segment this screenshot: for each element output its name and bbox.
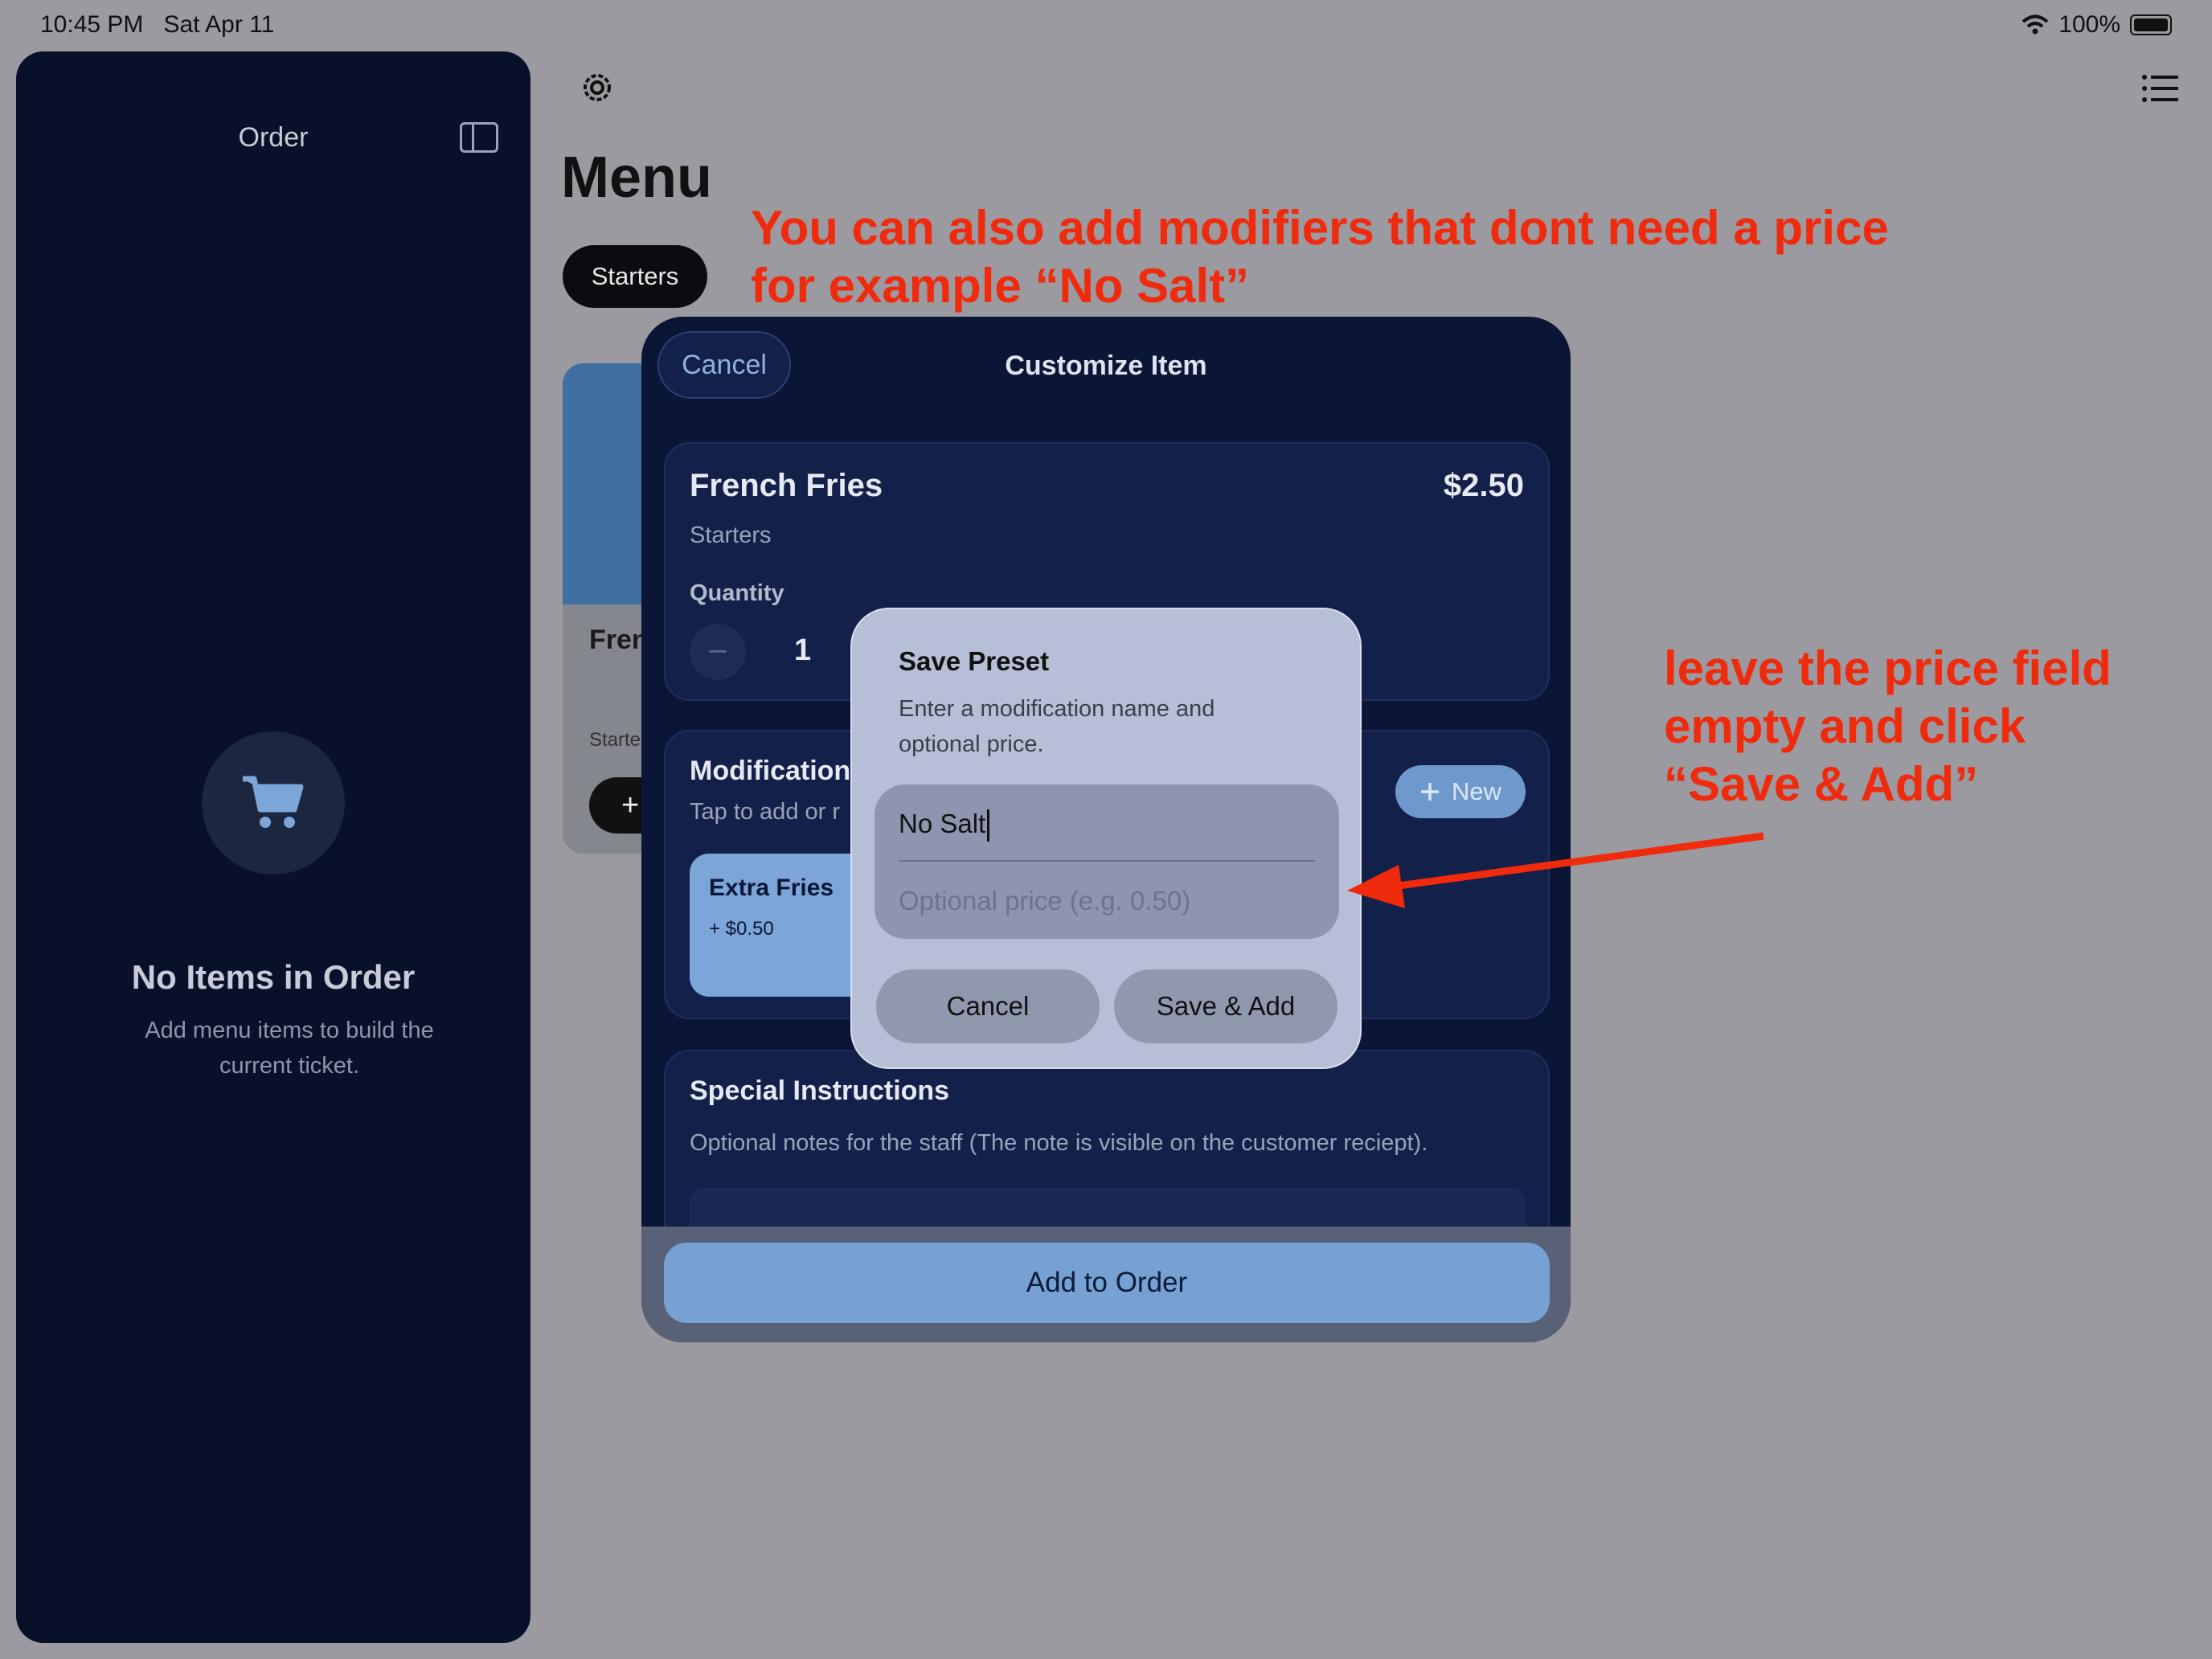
dialog-title: Save Preset — [899, 646, 1050, 676]
optional-price-field[interactable]: Optional price (e.g. 0.50) — [899, 886, 1190, 916]
sidebar-title: Order — [238, 122, 309, 153]
new-modification-button[interactable]: New — [1395, 765, 1526, 818]
category-chip-starters[interactable]: Starters — [563, 245, 707, 308]
status-time: 10:45 PM Sat Apr 11 — [40, 11, 275, 38]
page-title: Menu — [561, 145, 712, 210]
modification-name: Extra Fries — [709, 875, 834, 901]
sheet-title: Customize Item — [1005, 350, 1207, 381]
text-caret — [987, 809, 990, 842]
sidebar-toggle-icon[interactable] — [460, 122, 498, 153]
empty-cart-badge — [202, 731, 345, 875]
menu-item-name: Fren — [589, 625, 649, 655]
cart-icon — [243, 776, 304, 828]
status-bar: 10:45 PM Sat Apr 11 100% — [0, 0, 2212, 48]
dialog-cancel-button[interactable]: Cancel — [876, 969, 1100, 1043]
empty-order-title: No Items in Order — [131, 958, 416, 996]
empty-order-subtitle: Add menu items to build the current tick… — [145, 1018, 434, 1079]
add-to-order-button[interactable]: Add to Order — [664, 1243, 1550, 1323]
battery-percent: 100% — [2058, 11, 2120, 38]
quantity-label: Quantity — [690, 580, 784, 606]
list-icon[interactable] — [2141, 72, 2178, 104]
modifications-subtitle: Tap to add or r — [690, 799, 840, 825]
modifications-title: Modifications — [690, 756, 866, 786]
special-instructions-title: Special Instructions — [690, 1075, 950, 1106]
item-category: Starters — [690, 522, 772, 548]
modification-price: + $0.50 — [709, 918, 774, 940]
battery-icon — [2130, 14, 2172, 35]
menu-item-category: Starte — [589, 729, 641, 751]
wifi-icon — [2022, 14, 2049, 35]
modification-name-field[interactable]: No Salt — [899, 809, 990, 842]
save-preset-dialog: Save Preset Enter a modification name an… — [850, 608, 1362, 1069]
gear-icon[interactable] — [577, 68, 617, 108]
status-right: 100% — [2022, 11, 2172, 39]
quantity-value: 1 — [794, 633, 812, 667]
quantity-decrement-button[interactable]: − — [690, 624, 746, 680]
order-sidebar: Order No Items in Order Add menu items t… — [16, 51, 530, 1643]
save-and-add-button[interactable]: Save & Add — [1114, 969, 1337, 1043]
field-divider — [899, 860, 1315, 862]
item-price: $2.50 — [1443, 468, 1524, 503]
new-modification-label: New — [1451, 777, 1501, 805]
item-name: French Fries — [690, 468, 883, 503]
plus-icon — [1420, 783, 1439, 801]
dialog-fields: No Salt Optional price (e.g. 0.50) — [875, 784, 1339, 939]
annotation-right: leave the price field empty and click “S… — [1664, 641, 2112, 811]
annotation-top: You can also add modifiers that dont nee… — [751, 201, 1889, 313]
special-instructions-subtitle: Optional notes for the staff (The note i… — [690, 1130, 1428, 1156]
modification-name-value: No Salt — [899, 809, 986, 838]
dialog-message: Enter a modification name and optional p… — [899, 696, 1215, 757]
